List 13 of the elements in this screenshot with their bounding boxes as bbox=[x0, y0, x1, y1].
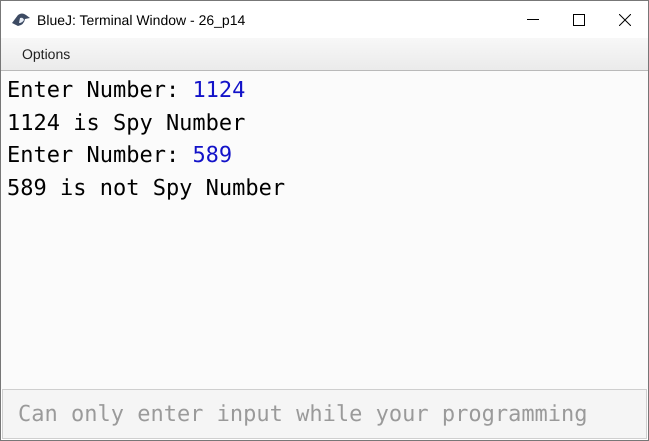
terminal-text: 1124 is Spy Number bbox=[7, 110, 246, 136]
input-field[interactable]: Can only enter input while your programming bbox=[2, 389, 647, 439]
menu-item[interactable]: Options bbox=[13, 46, 80, 62]
terminal-text: Enter Number: bbox=[7, 143, 180, 168]
bird-icon bbox=[11, 10, 31, 28]
terminal-text: 589 is not Spy Number bbox=[7, 176, 286, 200]
terminal-text: 589 bbox=[192, 143, 232, 168]
window-title: BlueJ: Terminal Window - 26_p14 bbox=[37, 12, 246, 28]
minimize-icon bbox=[527, 18, 539, 20]
terminal-text: Enter Number: bbox=[7, 78, 180, 103]
close-icon bbox=[619, 14, 631, 26]
terminal-text: 1124 bbox=[192, 78, 246, 103]
maximize-icon bbox=[573, 14, 585, 26]
